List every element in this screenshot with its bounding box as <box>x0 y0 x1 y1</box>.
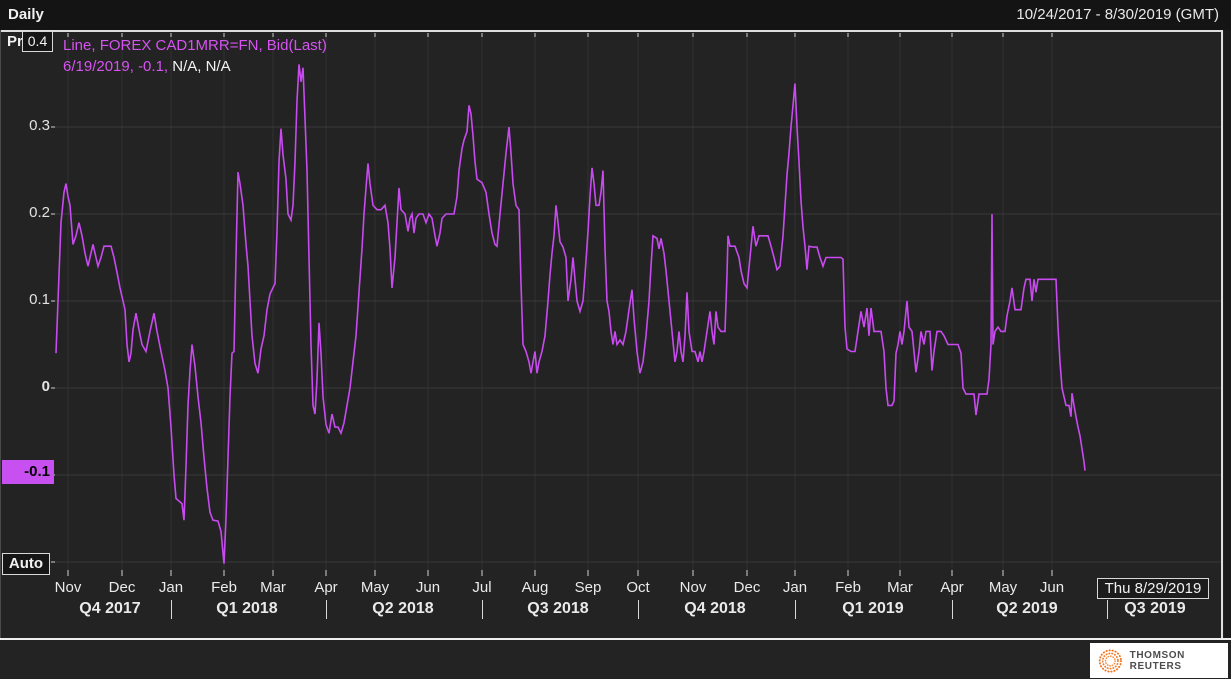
y-tick-label: 0.3 <box>29 117 50 134</box>
quarter-label: Q2 2018 <box>372 600 434 617</box>
eikon-chart-window: Daily 10/24/2017 - 8/30/2019 (GMT) Pri 0… <box>0 0 1231 679</box>
quarter-label: Q1 2019 <box>842 600 904 617</box>
y-tick-label: 0.1 <box>29 291 50 308</box>
legend-cursor-na-values: N/A, N/A <box>168 58 231 75</box>
month-label: Nov <box>679 579 707 596</box>
panel-left-border <box>0 30 1 638</box>
quarter-separator <box>1107 600 1108 619</box>
legend-series-name: Line, FOREX CAD1MRR=FN, Bid(Last) <box>63 37 327 54</box>
quarter-label: Q4 2018 <box>684 600 746 617</box>
price-line-series <box>55 64 1086 564</box>
quarter-separator <box>952 600 953 619</box>
month-label: Dec <box>108 579 136 596</box>
quarter-separator <box>795 600 796 619</box>
quarter-separator <box>171 600 172 619</box>
legend-cursor-date-value: 6/19/2019, -0.1, <box>63 58 169 75</box>
month-label: Sep <box>574 579 602 596</box>
month-label: Aug <box>521 579 549 596</box>
month-label: May <box>360 579 390 596</box>
y-tick-label: 0 <box>41 378 50 395</box>
month-label: Apr <box>940 579 964 596</box>
month-label: Jun <box>1039 579 1065 596</box>
quarter-separator <box>638 600 639 619</box>
month-label: Feb <box>211 579 237 596</box>
thomson-reuters-wordmark: THOMSON REUTERS <box>1129 649 1185 672</box>
month-label: Feb <box>835 579 861 596</box>
month-label: Mar <box>887 579 913 596</box>
footer-area <box>0 640 1231 679</box>
quarter-label: Q3 2018 <box>527 600 589 617</box>
thomson-reuters-logo: THOMSON REUTERS <box>1090 643 1228 678</box>
panel-right-border <box>1221 30 1223 639</box>
month-label: Mar <box>260 579 286 596</box>
panel-top-border <box>0 30 1222 32</box>
chart-legend[interactable]: Line, FOREX CAD1MRR=FN, Bid(Last) 6/19/2… <box>63 35 327 77</box>
month-label: Jun <box>415 579 441 596</box>
month-label: Nov <box>54 579 82 596</box>
quarter-label: Q1 2018 <box>216 600 278 617</box>
x-axis-end-date-box[interactable]: Thu 8/29/2019 <box>1097 578 1209 599</box>
quarter-separator <box>482 600 483 619</box>
month-label: May <box>988 579 1018 596</box>
y-axis-top-value-box[interactable]: 0.4 <box>22 31 53 52</box>
last-value-badge: -0.1 <box>2 460 54 484</box>
month-label: Jul <box>472 579 492 596</box>
quarter-label: Q4 2017 <box>79 600 141 617</box>
quarter-separator <box>326 600 327 619</box>
quarter-label: Q2 2019 <box>996 600 1058 617</box>
month-label: Jan <box>158 579 184 596</box>
quarter-label: Q3 2019 <box>1124 600 1186 617</box>
legend-cursor-values: 6/19/2019, -0.1, N/A, N/A <box>63 56 327 77</box>
month-label: Apr <box>314 579 338 596</box>
month-label: Jan <box>782 579 808 596</box>
month-label: Oct <box>626 579 650 596</box>
price-chart-canvas[interactable] <box>0 0 1231 679</box>
y-axis-auto-scale-button[interactable]: Auto <box>2 553 50 575</box>
y-tick-label: 0.2 <box>29 204 50 221</box>
thomson-reuters-kinesis-icon <box>1098 648 1122 673</box>
